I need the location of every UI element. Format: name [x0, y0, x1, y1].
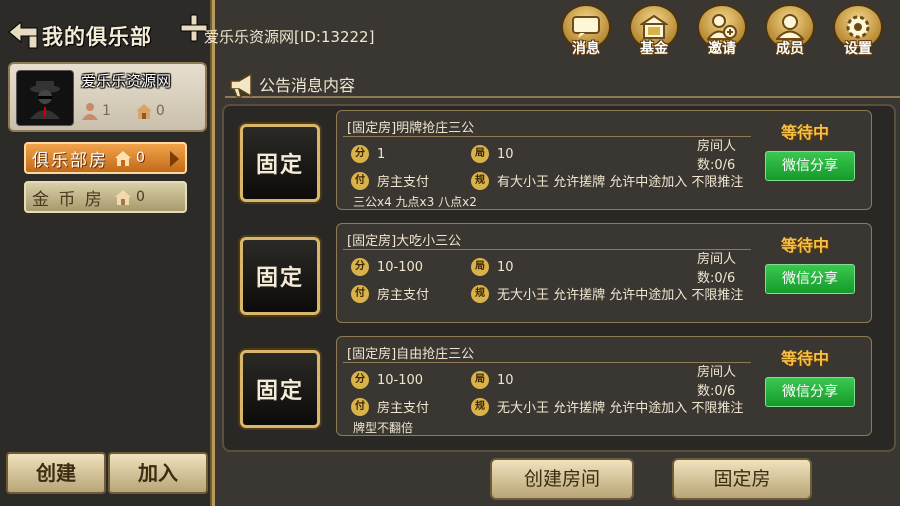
room-pay: 房主支付 — [377, 175, 430, 190]
rule-badge-icon: 规 — [471, 397, 489, 416]
invite-label: 邀请 — [708, 41, 736, 57]
room-extra: 牌型不翻倍 — [353, 421, 414, 435]
pay-badge-icon: 付 — [351, 397, 369, 416]
settings-button[interactable]: 设置 — [830, 4, 886, 58]
divider — [343, 249, 751, 250]
divider — [343, 362, 751, 363]
room-players: 房间人数:0/6 — [697, 365, 737, 399]
tab-gold-rooms-label: 金 币 房 — [32, 189, 104, 210]
room-rounds: 10 — [497, 372, 514, 388]
tab-gold-rooms-count: 0 — [136, 189, 145, 205]
join-club-button[interactable]: 加入 — [108, 452, 208, 494]
settings-label: 设置 — [844, 41, 872, 57]
invite-button[interactable]: 邀请 — [694, 4, 750, 58]
profile-stats: 1 0 — [81, 102, 165, 120]
room-info-row: 分 10-100 局 10 房间人数:0/6 — [351, 252, 736, 286]
wechat-share-button[interactable]: 微信分享 — [765, 264, 855, 294]
messages-button[interactable]: 消息 — [558, 4, 614, 58]
fund-button[interactable]: 基金 — [626, 4, 682, 58]
members-button[interactable]: 成员 — [762, 4, 818, 58]
room-item[interactable]: 固定 [固定房]大吃小三公 等待中 微信分享 分 10-100 局 10 房间人… — [240, 223, 880, 327]
room-info-row: 分 10-100 局 10 房间人数:0/6 — [351, 365, 736, 399]
profile-card[interactable]: 爱乐乐资源网 1 0 — [8, 62, 207, 132]
megaphone-icon — [230, 72, 252, 98]
wechat-share-button[interactable]: 微信分享 — [765, 377, 855, 407]
room-item[interactable]: 固定 [固定房]自由抢庄三公 等待中 微信分享 分 10-100 局 10 房间… — [240, 336, 880, 440]
room-info-row: 付 房主支付 规 有大小王 允许搓牌 允许中途加入 不限推注 — [351, 171, 743, 190]
rule-badge-icon: 规 — [471, 284, 489, 303]
room-card[interactable]: [固定房]自由抢庄三公 等待中 微信分享 分 10-100 局 10 房间人数:… — [336, 336, 872, 436]
rounds-badge-icon: 局 — [471, 258, 489, 276]
score-badge-icon: 分 — [351, 258, 369, 276]
room-pay: 房主支付 — [377, 288, 430, 303]
room-score: 10-100 — [377, 259, 424, 275]
pay-badge-icon: 付 — [351, 171, 369, 190]
tab-club-rooms[interactable]: 俱乐部房 0 — [24, 142, 187, 174]
room-card[interactable]: [固定房]大吃小三公 等待中 微信分享 分 10-100 局 10 房间人数:0… — [336, 223, 872, 323]
house-icon — [115, 151, 131, 166]
score-badge-icon: 分 — [351, 371, 369, 389]
back-arrow-icon — [8, 21, 38, 48]
room-rules: 无大小王 允许搓牌 允许中途加入 不限推注 — [497, 401, 744, 416]
chevron-right-icon — [170, 151, 179, 167]
announcement-bar[interactable]: 公告消息内容 — [225, 72, 900, 98]
messages-label: 消息 — [572, 41, 600, 57]
room-status: 等待中 — [781, 123, 830, 142]
room-info-row: 付 房主支付 规 无大小王 允许搓牌 允许中途加入 不限推注 — [351, 397, 743, 416]
room-list[interactable]: 固定 [固定房]明牌抢庄三公 等待中 微信分享 分 1 局 10 房间人数:0/… — [222, 104, 896, 452]
member-count: 1 — [102, 103, 111, 119]
rule-badge-icon: 规 — [471, 171, 489, 190]
fixed-room-button[interactable]: 固定房 — [672, 458, 812, 500]
tab-club-rooms-label: 俱乐部房 — [32, 150, 108, 171]
house-icon — [115, 190, 131, 205]
tab-club-rooms-count: 0 — [136, 150, 145, 166]
room-title: [固定房]大吃小三公 — [347, 234, 462, 249]
person-icon — [82, 103, 98, 120]
room-score: 10-100 — [377, 372, 424, 388]
avatar-icon — [30, 81, 60, 119]
members-label: 成员 — [776, 41, 804, 57]
room-rounds: 10 — [497, 259, 514, 275]
room-pay: 房主支付 — [377, 401, 430, 416]
room-card[interactable]: [固定房]明牌抢庄三公 等待中 微信分享 分 1 局 10 房间人数:0/6 付… — [336, 110, 872, 210]
room-players: 房间人数:0/6 — [697, 139, 737, 173]
room-status: 等待中 — [781, 349, 830, 368]
room-count: 0 — [155, 103, 165, 119]
top-icon-bar: 消息 基金 邀请 成员 设置 — [558, 4, 898, 58]
room-players: 房间人数:0/6 — [697, 252, 737, 286]
score-badge-icon: 分 — [351, 145, 369, 163]
room-title: [固定房]自由抢庄三公 — [347, 347, 475, 362]
room-rounds: 10 — [497, 146, 514, 162]
room-rules: 有大小王 允许搓牌 允许中途加入 不限推注 — [497, 175, 744, 190]
tab-gold-rooms[interactable]: 金 币 房 0 — [24, 181, 187, 213]
fixed-room-badge: 固定 — [240, 124, 320, 202]
wechat-share-button[interactable]: 微信分享 — [765, 151, 855, 181]
fixed-room-badge: 固定 — [240, 237, 320, 315]
fixed-room-badge: 固定 — [240, 350, 320, 428]
room-info-row: 分 1 局 10 房间人数:0/6 — [351, 139, 736, 173]
room-rules: 无大小王 允许搓牌 允许中途加入 不限推注 — [497, 288, 744, 303]
announcement-label: 公告消息内容 — [259, 76, 356, 95]
house-icon — [135, 104, 152, 119]
create-club-button[interactable]: 创建 — [6, 452, 106, 494]
room-item[interactable]: 固定 [固定房]明牌抢庄三公 等待中 微信分享 分 1 局 10 房间人数:0/… — [240, 110, 880, 214]
room-title: [固定房]明牌抢庄三公 — [347, 121, 475, 136]
room-status: 等待中 — [781, 236, 830, 255]
left-panel: 我的俱乐部 爱乐乐资源网 1 0 俱乐部房 0 金 币 房 0 创建 加入 — [0, 0, 215, 506]
create-room-button[interactable]: 创建房间 — [490, 458, 634, 500]
club-id-text: 爱乐乐资源网[ID:13222] — [204, 28, 375, 46]
page-title: 我的俱乐部 — [42, 24, 152, 49]
avatar — [16, 70, 74, 126]
rounds-badge-icon: 局 — [471, 145, 489, 163]
divider — [343, 136, 751, 137]
room-extra: 三公x4 九点x3 八点x2 — [353, 195, 477, 209]
back-button[interactable] — [4, 17, 42, 55]
pay-badge-icon: 付 — [351, 284, 369, 303]
fund-label: 基金 — [640, 41, 668, 57]
rounds-badge-icon: 局 — [471, 371, 489, 389]
room-info-row: 付 房主支付 规 无大小王 允许搓牌 允许中途加入 不限推注 — [351, 284, 743, 303]
profile-name: 爱乐乐资源网 — [81, 72, 172, 90]
room-score: 1 — [377, 146, 386, 162]
